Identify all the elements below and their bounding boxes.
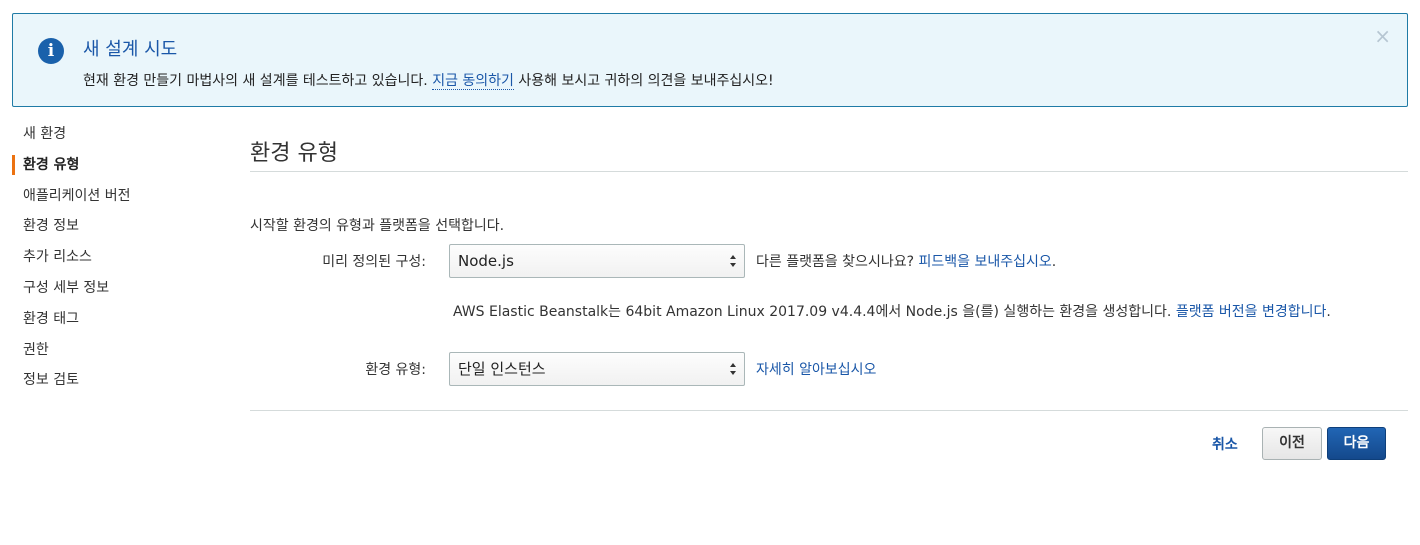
title-divider <box>250 171 1408 172</box>
wizard-steps-sidebar: 새 환경 환경 유형 애플리케이션 버전 환경 정보 추가 리소스 구성 세부 … <box>12 122 212 399</box>
info-icon: i <box>38 38 64 64</box>
sidebar-item-review[interactable]: 정보 검토 <box>12 368 212 399</box>
sidebar-item-permissions[interactable]: 권한 <box>12 338 212 369</box>
change-platform-version-link[interactable]: 플랫폼 버전을 변경합니다 <box>1176 304 1327 320</box>
sidebar-item-application-version[interactable]: 애플리케이션 버전 <box>12 184 212 215</box>
platform-info-text: AWS Elastic Beanstalk는 64bit Amazon Linu… <box>453 304 1172 320</box>
platform-hint-suffix: . <box>1051 254 1057 270</box>
select-arrows-icon <box>730 255 736 267</box>
platform-select-value: Node.js <box>458 252 514 270</box>
cancel-button[interactable]: 취소 <box>1212 434 1238 454</box>
page-title: 환경 유형 <box>250 141 338 166</box>
learn-more-link[interactable]: 자세히 알아보십시오 <box>756 359 876 379</box>
banner-title: 새 설계 시도 <box>83 39 178 60</box>
feedback-link[interactable]: 피드백을 보내주십시오 <box>918 254 1051 270</box>
banner-message: 현재 환경 만들기 마법사의 새 설계를 테스트하고 있습니다. 지금 동의하기… <box>83 70 774 90</box>
environment-type-label: 환경 유형: <box>365 362 426 378</box>
previous-button[interactable]: 이전 <box>1262 427 1322 460</box>
sidebar-item-environment-tags[interactable]: 환경 태그 <box>12 307 212 338</box>
environment-type-select[interactable]: 단일 인스턴스 <box>449 352 745 386</box>
sidebar-item-environment-info[interactable]: 환경 정보 <box>12 214 212 245</box>
platform-label: 미리 정의된 구성: <box>322 254 426 270</box>
close-icon[interactable]: × <box>1374 26 1391 46</box>
platform-hint: 다른 플랫폼을 찾으시나요? 피드백을 보내주십시오. <box>756 251 1056 271</box>
page-description: 시작할 환경의 유형과 플랫폼을 선택합니다. <box>250 218 505 234</box>
next-button[interactable]: 다음 <box>1327 427 1386 460</box>
sidebar-item-additional-resources[interactable]: 추가 리소스 <box>12 245 212 276</box>
footer-divider <box>250 410 1408 411</box>
banner-message-text: 현재 환경 만들기 마법사의 새 설계를 테스트하고 있습니다. <box>83 73 428 89</box>
sidebar-item-new-environment[interactable]: 새 환경 <box>12 122 212 153</box>
select-arrows-icon <box>730 363 736 375</box>
sidebar-item-configuration-details[interactable]: 구성 세부 정보 <box>12 276 212 307</box>
sidebar-item-environment-type[interactable]: 환경 유형 <box>12 153 212 184</box>
platform-hint-text: 다른 플랫폼을 찾으시나요? <box>756 254 915 270</box>
platform-select[interactable]: Node.js <box>449 244 745 278</box>
info-banner: i 새 설계 시도 현재 환경 만들기 마법사의 새 설계를 테스트하고 있습니… <box>12 13 1408 107</box>
platform-info-suffix: . <box>1326 304 1331 320</box>
platform-info: AWS Elastic Beanstalk는 64bit Amazon Linu… <box>453 301 1331 321</box>
banner-message-text-after: 사용해 보시고 귀하의 의견을 보내주십시오! <box>518 73 774 89</box>
opt-in-link[interactable]: 지금 동의하기 <box>432 73 514 90</box>
environment-type-select-value: 단일 인스턴스 <box>458 360 546 378</box>
